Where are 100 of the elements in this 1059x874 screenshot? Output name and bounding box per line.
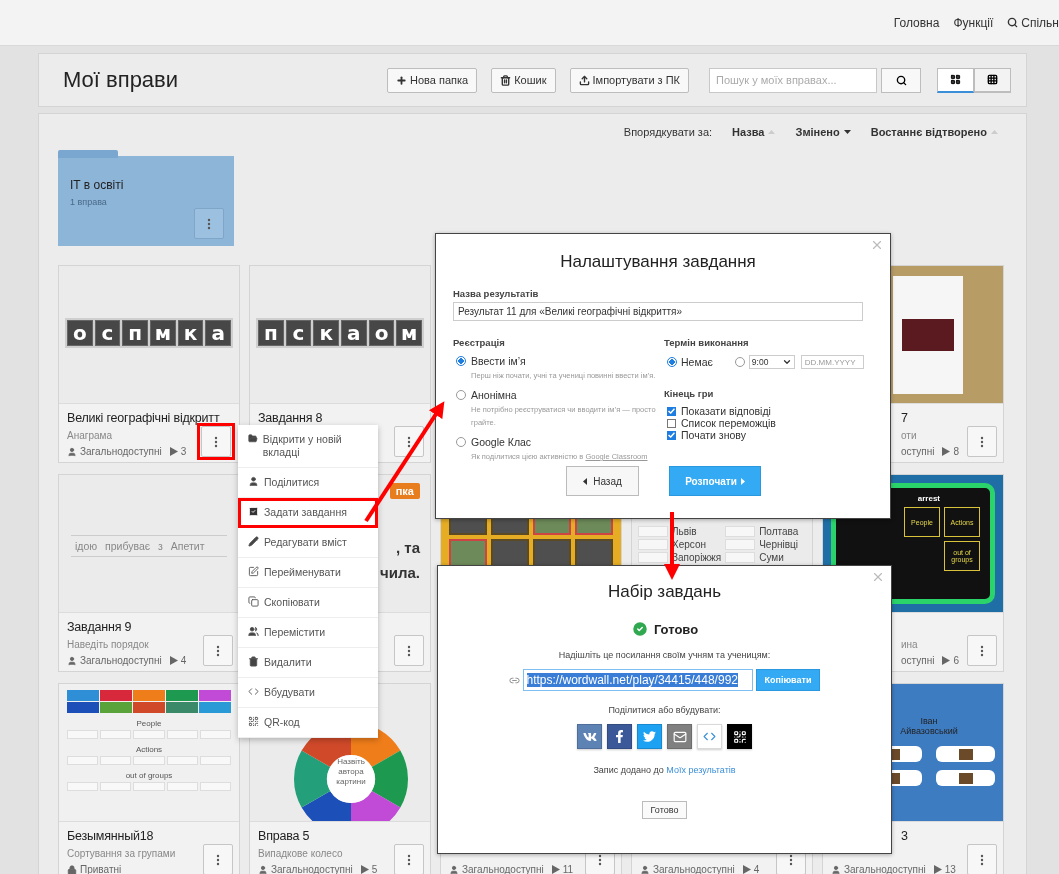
menu-item[interactable]: Відкрити у новій вкладці [238, 425, 378, 468]
checkbox[interactable] [667, 430, 676, 440]
caret-up-icon [991, 130, 998, 134]
caret-right-icon [740, 477, 745, 485]
access-label: Загальнодоступні [80, 446, 162, 457]
toolbar-button[interactable]: Нова папка [387, 67, 478, 93]
menu-item[interactable]: Видалити [238, 648, 378, 678]
play-icon [933, 865, 942, 874]
city-label: Запоріжжя [672, 551, 722, 564]
play-count: 6 [953, 655, 959, 666]
play-count: 13 [944, 864, 956, 874]
radio-button[interactable] [667, 357, 677, 367]
close-button[interactable] [871, 570, 885, 584]
copy-icon [248, 596, 259, 607]
search-field[interactable]: Пошук у моїх вправах... [709, 67, 877, 93]
card-type: Анаграма [67, 430, 112, 441]
photo-placeholder [958, 772, 973, 784]
plus-icon [396, 74, 408, 86]
folder-icon [248, 433, 258, 444]
page-title: Мої вправи [63, 67, 180, 93]
sentence-strip: ідою прибуває з Апетит [71, 535, 227, 557]
menu-item[interactable]: Перемістити [238, 618, 378, 648]
dialog-title: Налаштування завдання [559, 252, 757, 272]
date-field[interactable]: DD.MM.YYYY [800, 355, 864, 369]
access-label: Загальнодоступні [80, 655, 162, 666]
checkbox-icon [248, 506, 259, 517]
user-icon [67, 446, 77, 457]
folder-count: 1 вправа [70, 197, 108, 207]
results-link[interactable]: Моїх результатів [666, 765, 736, 775]
sentence-text: , та [395, 539, 420, 556]
more-icon [214, 435, 218, 448]
facebook-icon [613, 730, 626, 743]
radio-button[interactable] [456, 437, 466, 447]
code-icon [703, 730, 716, 743]
pencil-icon [248, 536, 259, 547]
more-icon [980, 435, 984, 448]
menu-item[interactable]: Задати завдання [238, 498, 378, 528]
more-icon [216, 644, 220, 657]
play-icon [360, 865, 369, 874]
email-icon [672, 729, 687, 744]
sort-option[interactable]: Востаннє відтворено [870, 126, 998, 138]
instruction-text: Надішліть це посилання своїм учням та ученицям: [558, 650, 771, 660]
radio-button[interactable] [734, 357, 745, 367]
menu-item[interactable]: QR-код [238, 708, 378, 738]
menu-item[interactable]: Скопіювати [238, 588, 378, 618]
url-field[interactable]: https://wordwall.net/play/34415/448/992 [522, 669, 753, 691]
option-label: Ввести ім’я [471, 355, 526, 367]
sort-option[interactable]: Змінено [795, 126, 851, 138]
menu-item[interactable]: Поділитися [238, 468, 378, 498]
back-button[interactable]: Назад [566, 466, 639, 496]
nav-link[interactable]: Спільн [1007, 15, 1059, 30]
folder-name: IT в освіті [70, 178, 125, 192]
play-icon [551, 865, 560, 874]
nav-link[interactable]: Головна [893, 15, 940, 30]
caret-left-icon [583, 477, 588, 485]
letter-tile: о [67, 320, 93, 346]
more-icon [407, 644, 411, 657]
checkbox[interactable] [667, 418, 676, 428]
toolbar-button[interactable]: Кошик [491, 67, 556, 93]
user-icon [67, 655, 77, 666]
view-toggle[interactable] [974, 67, 1011, 93]
user-icon [258, 864, 268, 874]
answer-slot [638, 552, 668, 563]
close-button[interactable] [870, 238, 884, 252]
more-icon [216, 853, 220, 866]
letter-tile: к [177, 320, 204, 346]
card-type: ина [901, 639, 918, 650]
share-button[interactable] [607, 724, 632, 749]
toolbar-button[interactable]: Імпортувати з ПК [569, 67, 689, 93]
sentence-text: чила. [380, 564, 420, 581]
search-button[interactable] [881, 67, 921, 93]
user-icon [831, 864, 841, 874]
search-icon [895, 74, 907, 86]
view-toggle[interactable] [937, 67, 974, 93]
menu-item[interactable]: Редагувати вміст [238, 528, 378, 558]
grid-icon [950, 74, 961, 85]
menu-item[interactable]: Вбудувати [238, 678, 378, 708]
done-button[interactable]: Готово [641, 801, 688, 819]
radio-button[interactable] [456, 390, 466, 400]
card-title: Великі географічні відкритт [67, 411, 220, 425]
qr-code-icon [248, 716, 259, 727]
upload-icon [578, 74, 590, 86]
letter-tile: о [368, 320, 395, 346]
more-icon [207, 217, 211, 230]
card-type: Наведіть порядок [67, 639, 149, 650]
group-label: out of groups [125, 771, 173, 780]
user-icon [640, 864, 650, 874]
radio-button[interactable] [456, 356, 466, 366]
more-icon [407, 853, 411, 866]
field-label: Реєстрація [453, 337, 506, 348]
more-icon [407, 435, 411, 448]
sort-option[interactable]: Назва [732, 126, 776, 138]
share-button[interactable] [727, 724, 752, 749]
menu-item[interactable]: Перейменувати [238, 558, 378, 588]
user-icon [248, 476, 259, 487]
check-circle-icon [630, 620, 649, 638]
checkbox[interactable] [667, 406, 676, 416]
input-field[interactable]: Результат 11 для «Великі географічні відкриття» [453, 302, 863, 321]
time-select[interactable]: 9:00 [748, 355, 795, 369]
nav-link[interactable]: Функції [953, 15, 994, 30]
